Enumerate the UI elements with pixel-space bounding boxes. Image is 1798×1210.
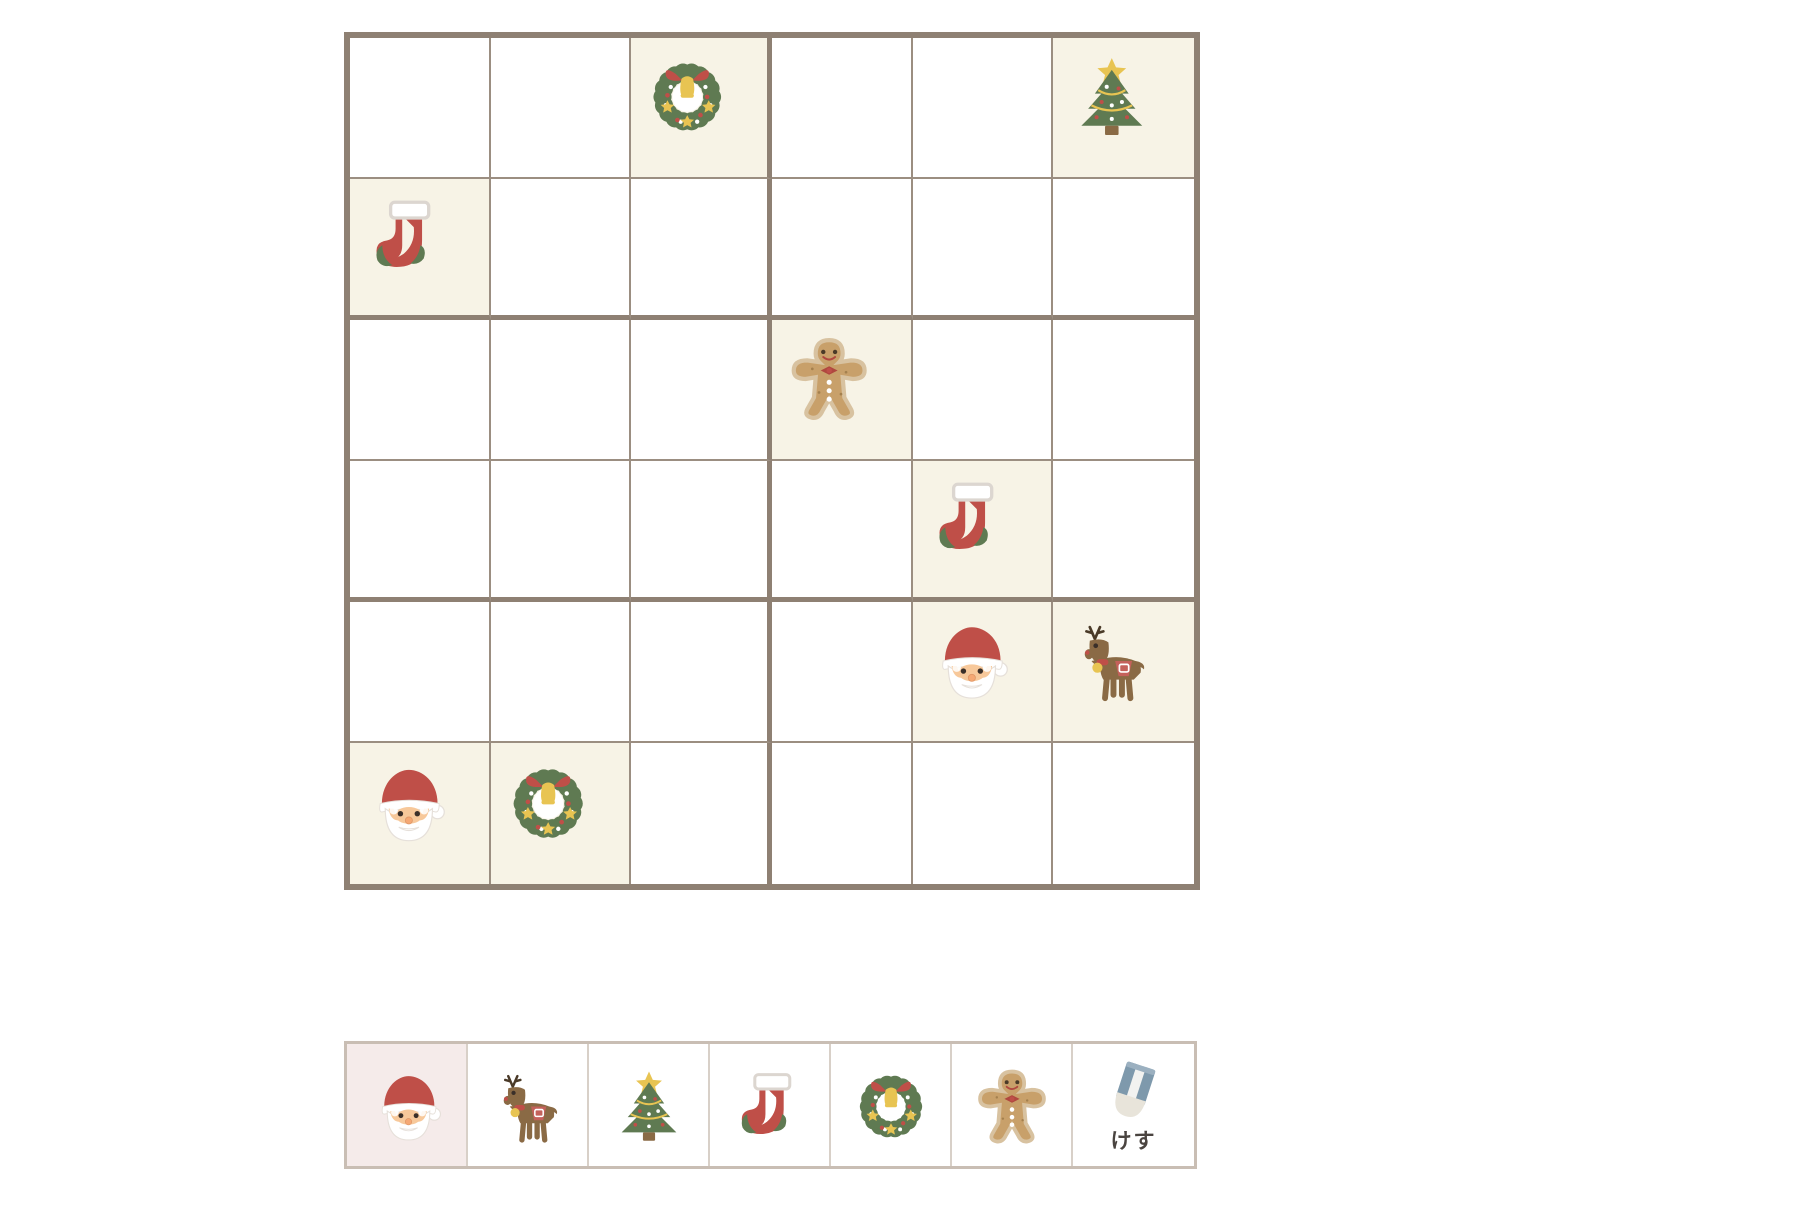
grid-cell-empty-3-2[interactable] <box>490 320 632 461</box>
palette-item-gingerbread[interactable] <box>952 1044 1073 1166</box>
grid-cell-empty-3-6[interactable] <box>1053 320 1194 461</box>
grid-cell-empty-1-5[interactable] <box>912 38 1054 179</box>
grid-cell-empty-5-3[interactable] <box>631 602 772 743</box>
palette-item-reindeer[interactable] <box>468 1044 589 1166</box>
palette-item-santa[interactable] <box>347 1044 468 1166</box>
palette-item-eraser[interactable]: けす <box>1073 1044 1194 1166</box>
sudoku-app: けす <box>0 0 1798 1210</box>
grid-cell-empty-1-1[interactable] <box>350 38 491 179</box>
sudoku-board[interactable] <box>344 32 1200 890</box>
grid-cell-given-6-1[interactable] <box>350 743 491 884</box>
grid-cell-empty-5-1[interactable] <box>350 602 491 743</box>
grid-cell-empty-6-5[interactable] <box>912 743 1054 884</box>
grid-cell-empty-4-2[interactable] <box>490 461 632 602</box>
grid-cell-given-5-6[interactable] <box>1053 602 1194 743</box>
tree-icon <box>1069 53 1179 161</box>
tree-icon <box>611 1061 687 1149</box>
grid-cell-given-5-5[interactable] <box>912 602 1054 743</box>
palette-item-label: けす <box>1110 1129 1157 1153</box>
grid-cell-empty-5-4[interactable] <box>772 602 913 743</box>
gingerbread-icon <box>787 335 895 443</box>
grid-cell-empty-2-4[interactable] <box>772 179 913 320</box>
grid-cell-given-2-1[interactable] <box>350 179 491 320</box>
grid-cell-empty-6-3[interactable] <box>631 743 772 884</box>
grid-cell-given-1-3[interactable] <box>631 38 772 179</box>
grid-cell-empty-4-6[interactable] <box>1053 461 1194 602</box>
grid-cell-empty-4-4[interactable] <box>772 461 913 602</box>
grid-cell-empty-6-4[interactable] <box>772 743 913 884</box>
grid-cell-empty-3-3[interactable] <box>631 320 772 461</box>
palette-item-stocking[interactable] <box>710 1044 831 1166</box>
grid-cell-empty-3-5[interactable] <box>912 320 1054 461</box>
grid-cell-empty-2-6[interactable] <box>1053 179 1194 320</box>
stocking-icon <box>365 194 473 300</box>
gingerbread-icon <box>974 1061 1050 1149</box>
grid-cell-given-1-6[interactable] <box>1053 38 1194 179</box>
icon-palette-toolbar[interactable]: けす <box>344 1041 1197 1169</box>
grid-cell-empty-2-2[interactable] <box>490 179 632 320</box>
grid-cell-given-6-2[interactable] <box>490 743 632 884</box>
palette-item-wreath[interactable] <box>831 1044 952 1166</box>
eraser-icon <box>1099 1055 1169 1123</box>
wreath-icon <box>853 1061 929 1149</box>
grid-cell-empty-3-1[interactable] <box>350 320 491 461</box>
grid-cell-empty-6-6[interactable] <box>1053 743 1194 884</box>
wreath-icon <box>506 759 614 869</box>
reindeer-icon <box>1069 617 1179 725</box>
grid-cell-empty-1-2[interactable] <box>490 38 632 179</box>
reindeer-icon <box>490 1061 566 1149</box>
grid-cell-empty-4-1[interactable] <box>350 461 491 602</box>
santa-icon <box>365 759 473 869</box>
grid-cell-given-3-4[interactable] <box>772 320 913 461</box>
palette-item-tree[interactable] <box>589 1044 710 1166</box>
grid-cell-empty-2-5[interactable] <box>912 179 1054 320</box>
grid-cell-empty-1-4[interactable] <box>772 38 913 179</box>
santa-icon <box>928 617 1036 725</box>
stocking-icon <box>928 476 1036 582</box>
grid-cell-empty-5-2[interactable] <box>490 602 632 743</box>
grid-cell-empty-2-3[interactable] <box>631 179 772 320</box>
wreath-icon <box>646 53 752 161</box>
santa-icon <box>369 1061 445 1149</box>
stocking-icon <box>732 1061 808 1149</box>
grid-cell-given-4-5[interactable] <box>912 461 1054 602</box>
grid-cell-empty-4-3[interactable] <box>631 461 772 602</box>
